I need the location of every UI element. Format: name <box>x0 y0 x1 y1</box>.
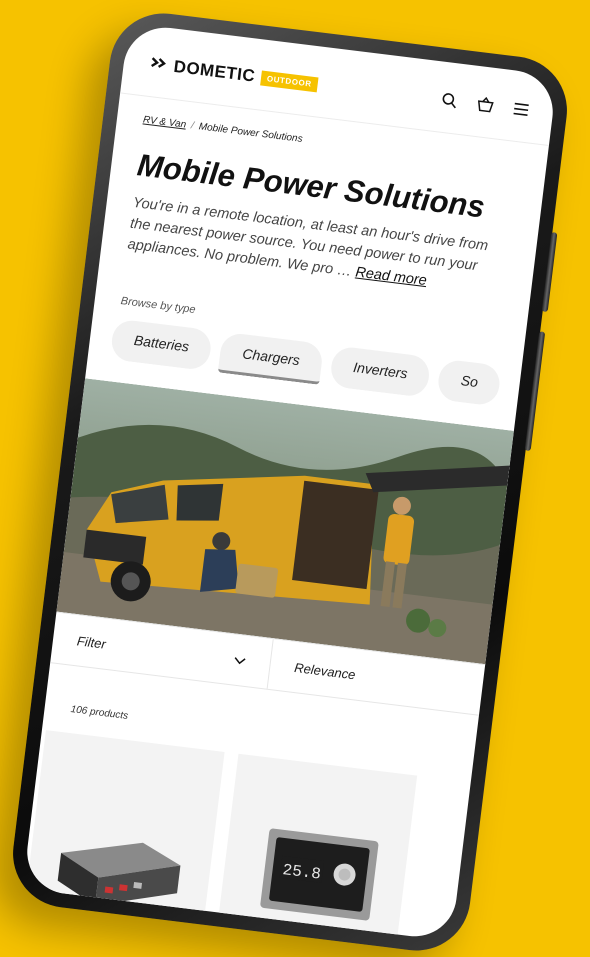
chevron-down-icon <box>233 652 247 668</box>
read-more-link[interactable]: Read more <box>354 264 427 289</box>
product-grid: 25.8 <box>22 730 470 942</box>
filter-label: Filter <box>76 632 107 652</box>
breadcrumb-separator: / <box>190 120 195 132</box>
control-panel-image: 25.8 <box>260 828 379 921</box>
header-actions <box>439 89 533 120</box>
chip-batteries[interactable]: Batteries <box>109 318 214 372</box>
brand-badge: OUTDOOR <box>260 70 319 92</box>
product-card[interactable]: 25.8 <box>212 753 418 942</box>
menu-icon[interactable] <box>510 98 532 120</box>
product-card[interactable] <box>22 730 225 942</box>
phone-screen: DOMETIC OUTDOOR RV & Van / Mobile Power … <box>22 22 558 942</box>
brand-logo[interactable]: DOMETIC OUTDOOR <box>149 54 319 94</box>
breadcrumb-current: Mobile Power Solutions <box>198 121 304 145</box>
side-button-lower <box>524 331 546 452</box>
chip-chargers[interactable]: Chargers <box>218 331 324 385</box>
sort-label: Relevance <box>293 659 357 682</box>
basket-icon[interactable] <box>474 94 496 116</box>
side-button-upper <box>541 231 558 313</box>
power-inverter-image <box>57 842 181 906</box>
breadcrumb-parent-link[interactable]: RV & Van <box>142 114 186 130</box>
chip-solar[interactable]: So <box>436 358 503 407</box>
logo-arrows-icon <box>149 55 171 75</box>
phone-frame: DOMETIC OUTDOOR RV & Van / Mobile Power … <box>6 7 574 957</box>
brand-name: DOMETIC <box>172 56 257 86</box>
search-icon[interactable] <box>439 89 461 111</box>
chip-inverters[interactable]: Inverters <box>328 345 432 399</box>
